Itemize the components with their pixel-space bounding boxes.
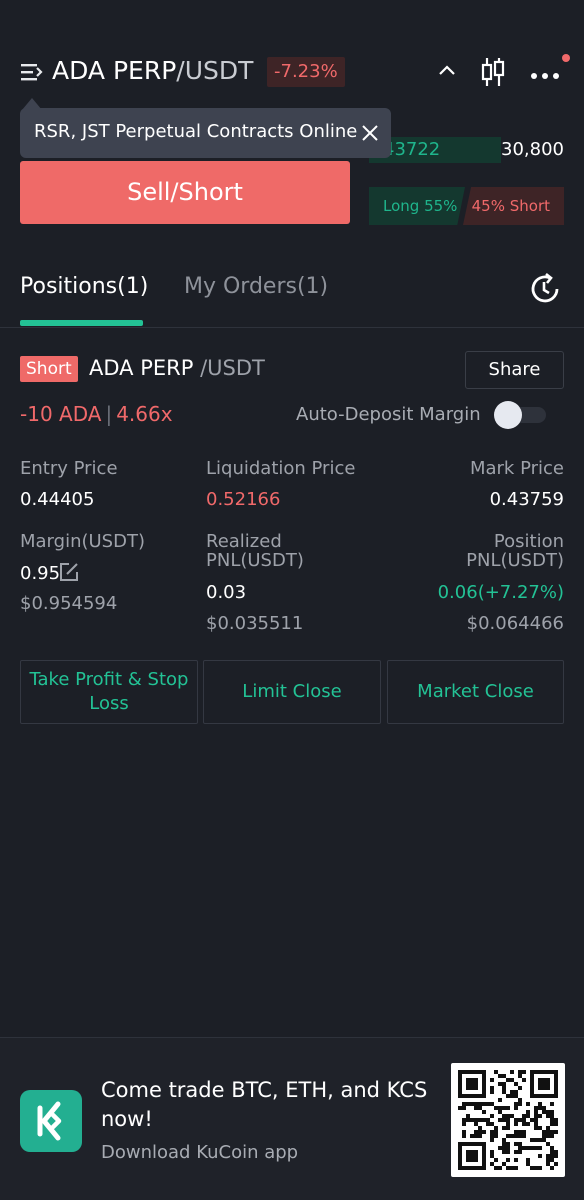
sell-short-button[interactable]: Sell/Short	[20, 161, 350, 224]
margin-value: 0.95	[20, 563, 61, 584]
more-icon[interactable]	[530, 66, 560, 79]
tooltip-text: RSR, JST Perpetual Contracts Online	[34, 121, 358, 142]
long-ratio: Long 55%	[369, 187, 465, 225]
share-button[interactable]: Share	[465, 351, 564, 389]
liquidation-price-value: 0.52166	[206, 489, 281, 510]
size-value: -10 ADA	[20, 402, 102, 426]
announcement-tooltip[interactable]: RSR, JST Perpetual Contracts Online	[20, 108, 391, 158]
history-icon[interactable]	[528, 272, 562, 306]
take-profit-stop-loss-button[interactable]: Take Profit & Stop Loss	[20, 660, 198, 724]
position-pnl-label-1: Position	[493, 531, 564, 552]
menu-icon[interactable]	[20, 60, 44, 84]
auto-deposit-label: Auto-Deposit Margin	[296, 404, 481, 425]
banner-title: Come trade BTC, ETH, and KCS now!	[101, 1078, 428, 1131]
orderbook-qty: 30,800	[501, 139, 564, 160]
edit-icon[interactable]	[59, 562, 79, 582]
short-ratio: 45% Short	[463, 187, 564, 225]
realized-pnl-label-2: PNL(USDT)	[206, 550, 304, 571]
market-close-button[interactable]: Market Close	[387, 660, 564, 724]
price-change-badge: -7.23%	[267, 57, 345, 87]
pair-title[interactable]: ADA PERP/USDT	[52, 56, 253, 85]
margin-usd: $0.954594	[20, 593, 118, 614]
margin-label: Margin(USDT)	[20, 531, 145, 552]
entry-price-value: 0.44405	[20, 489, 95, 510]
realized-pnl-value: 0.03	[206, 582, 247, 603]
notification-dot	[562, 54, 570, 62]
tab-positions[interactable]: Positions(1)	[20, 274, 148, 299]
pair-base: ADA PERP	[52, 56, 177, 85]
tab-my-orders[interactable]: My Orders(1)	[184, 274, 328, 299]
separator: |	[105, 402, 113, 426]
entry-price-label: Entry Price	[20, 458, 118, 479]
realized-pnl-usd: $0.035511	[206, 613, 304, 634]
position-size: -10 ADA | 4.66x	[20, 402, 173, 426]
tp-sl-label-2: Loss	[89, 693, 129, 714]
position-quote: /USDT	[200, 356, 265, 380]
long-short-ratio: Long 55% 45% Short	[369, 187, 564, 225]
orderbook-price: 43722	[383, 139, 441, 160]
auto-deposit-toggle[interactable]	[494, 401, 546, 429]
position-pnl-label-2: PNL(USDT)	[466, 550, 564, 571]
close-icon[interactable]	[360, 123, 380, 143]
position-pair: ADA PERP /USDT	[89, 356, 265, 380]
liquidation-price-label: Liquidation Price	[206, 458, 356, 479]
banner-subtitle: Download KuCoin app	[101, 1142, 299, 1163]
position-pnl-usd: $0.064466	[466, 613, 564, 634]
mark-price-label: Mark Price	[469, 458, 564, 479]
position-base: ADA PERP	[89, 356, 194, 380]
kucoin-logo-icon	[20, 1090, 82, 1152]
realized-pnl-label-1: Realized	[206, 531, 282, 552]
candlestick-icon[interactable]	[480, 56, 506, 88]
side-badge: Short	[20, 356, 78, 382]
pair-quote: /USDT	[176, 56, 254, 85]
active-tab-indicator	[20, 320, 143, 326]
orderbook-row: 43722 30,800	[369, 137, 564, 163]
qr-code	[451, 1063, 565, 1177]
mark-price-value: 0.43759	[489, 489, 564, 510]
toggle-knob	[494, 401, 522, 429]
tp-sl-label-1: Take Profit & Stop	[29, 669, 189, 690]
limit-close-button[interactable]: Limit Close	[203, 660, 381, 724]
download-banner[interactable]: Come trade BTC, ETH, and KCS now! Downlo…	[0, 1037, 584, 1200]
chevron-up-icon[interactable]	[436, 60, 458, 82]
tabs-divider	[0, 327, 584, 328]
position-pnl-value: 0.06(+7.27%)	[437, 582, 564, 603]
leverage-value: 4.66x	[116, 402, 173, 426]
